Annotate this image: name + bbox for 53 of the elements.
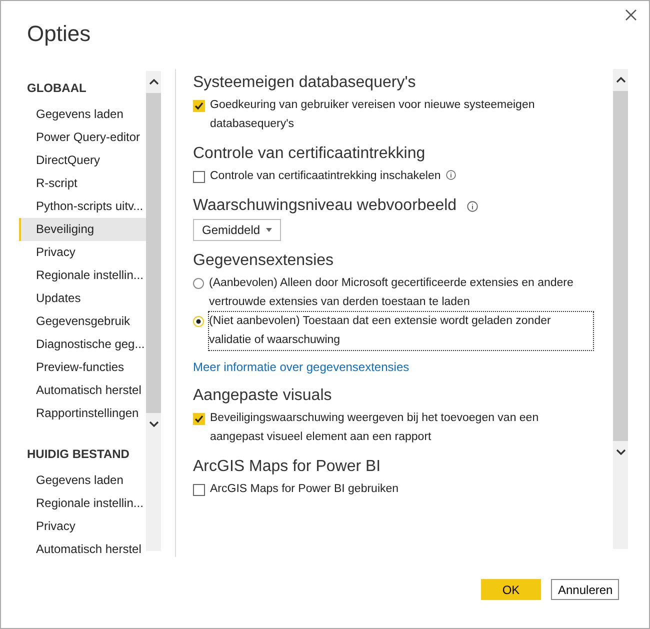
section-heading: Aangepaste visuals bbox=[193, 387, 332, 405]
radio-button[interactable] bbox=[193, 278, 204, 289]
radio-label: (Niet aanbevolen) Toestaan dat een extensie wordt geladen zonder validatie of waarschuwing bbox=[209, 312, 593, 350]
info-icon[interactable] bbox=[466, 200, 478, 212]
scroll-down-icon[interactable] bbox=[148, 421, 158, 427]
scrollbar-thumb[interactable] bbox=[613, 91, 628, 441]
sidebar-item[interactable]: Beveiliging bbox=[19, 218, 146, 241]
sidebar-item[interactable]: Privacy bbox=[19, 241, 146, 264]
section-heading: Systeemeigen databasequery's bbox=[193, 74, 416, 92]
sidebar-item[interactable]: Gegevens laden bbox=[19, 469, 146, 492]
sidebar-item[interactable]: Python-scripts uitv... bbox=[19, 195, 146, 218]
caret-icon bbox=[266, 228, 272, 232]
cancel-button[interactable]: Annuleren bbox=[551, 579, 619, 600]
sidebar-item[interactable]: Privacy bbox=[19, 515, 146, 538]
sidebar-item[interactable]: Automatisch herstel bbox=[19, 538, 146, 557]
sidebar-item[interactable]: Regionale instellin... bbox=[19, 492, 146, 515]
sidebar-heading: HUIDIG BESTAND bbox=[26, 446, 130, 463]
sidebar-item[interactable]: Rapportinstellingen bbox=[19, 402, 146, 425]
section-heading: ArcGIS Maps for Power BI bbox=[193, 458, 381, 476]
sidebar-item[interactable]: Diagnostische geg... bbox=[19, 333, 146, 356]
sidebar-item[interactable]: Gegevensgebruik bbox=[19, 310, 146, 333]
sidebar-item[interactable]: Preview-functies bbox=[19, 356, 146, 379]
checkbox-label: Controle van certificaatintrekking inschakelen bbox=[210, 167, 593, 186]
dialog-title: Opties bbox=[27, 21, 91, 47]
section-heading: Gegevensextensies bbox=[193, 252, 334, 270]
section-heading: Waarschuwingsniveau webvoorbeeld bbox=[193, 197, 457, 215]
sidebar-item[interactable]: Power Query-editor bbox=[19, 126, 146, 149]
checkbox[interactable] bbox=[193, 171, 205, 183]
sidebar-item[interactable]: Gegevens laden bbox=[19, 103, 146, 126]
info-icon[interactable] bbox=[446, 170, 456, 180]
scrollbar[interactable] bbox=[146, 71, 161, 551]
checkbox-label: ArcGIS Maps for Power BI gebruiken bbox=[210, 482, 400, 497]
ok-button[interactable]: OK bbox=[481, 579, 541, 600]
radio-button[interactable] bbox=[193, 316, 204, 327]
sidebar-item[interactable]: Regionale instellin... bbox=[19, 264, 146, 287]
sidebar-item[interactable]: Updates bbox=[19, 287, 146, 310]
radio-label: (Aanbevolen) Alleen door Microsoft gecertificeerde extensies en andere vertrouwde extensies van derden toestaan te laden bbox=[209, 276, 574, 310]
checkbox[interactable] bbox=[193, 484, 205, 496]
checkbox-label: Goedkeuring van gebruiker vereisen voor nieuwe systeemeigen databasequery's bbox=[210, 98, 536, 132]
scroll-down-icon[interactable] bbox=[616, 449, 626, 455]
sidebar-item[interactable]: DirectQuery bbox=[19, 149, 146, 172]
info-link[interactable]: Meer informatie over gegevensextensies bbox=[193, 360, 410, 374]
scroll-up-icon[interactable] bbox=[616, 77, 626, 83]
sidebar-item[interactable]: Automatisch herstel bbox=[19, 379, 146, 402]
sidebar-heading: GLOBAAL bbox=[26, 80, 88, 97]
scrollbar[interactable] bbox=[613, 69, 628, 549]
close-icon[interactable] bbox=[625, 9, 637, 21]
checkbox-label: Beveiligingswaarschuwing weergeven bij het toevoegen van een aangepast visueel element aan een rapport bbox=[210, 411, 540, 445]
section-heading: Controle van certificaatintrekking bbox=[193, 145, 426, 163]
scroll-up-icon[interactable] bbox=[148, 79, 158, 85]
scrollbar-thumb[interactable] bbox=[146, 93, 161, 413]
level-dropdown[interactable]: Gemiddeld bbox=[193, 219, 282, 241]
sidebar-item[interactable]: R-script bbox=[19, 172, 146, 195]
